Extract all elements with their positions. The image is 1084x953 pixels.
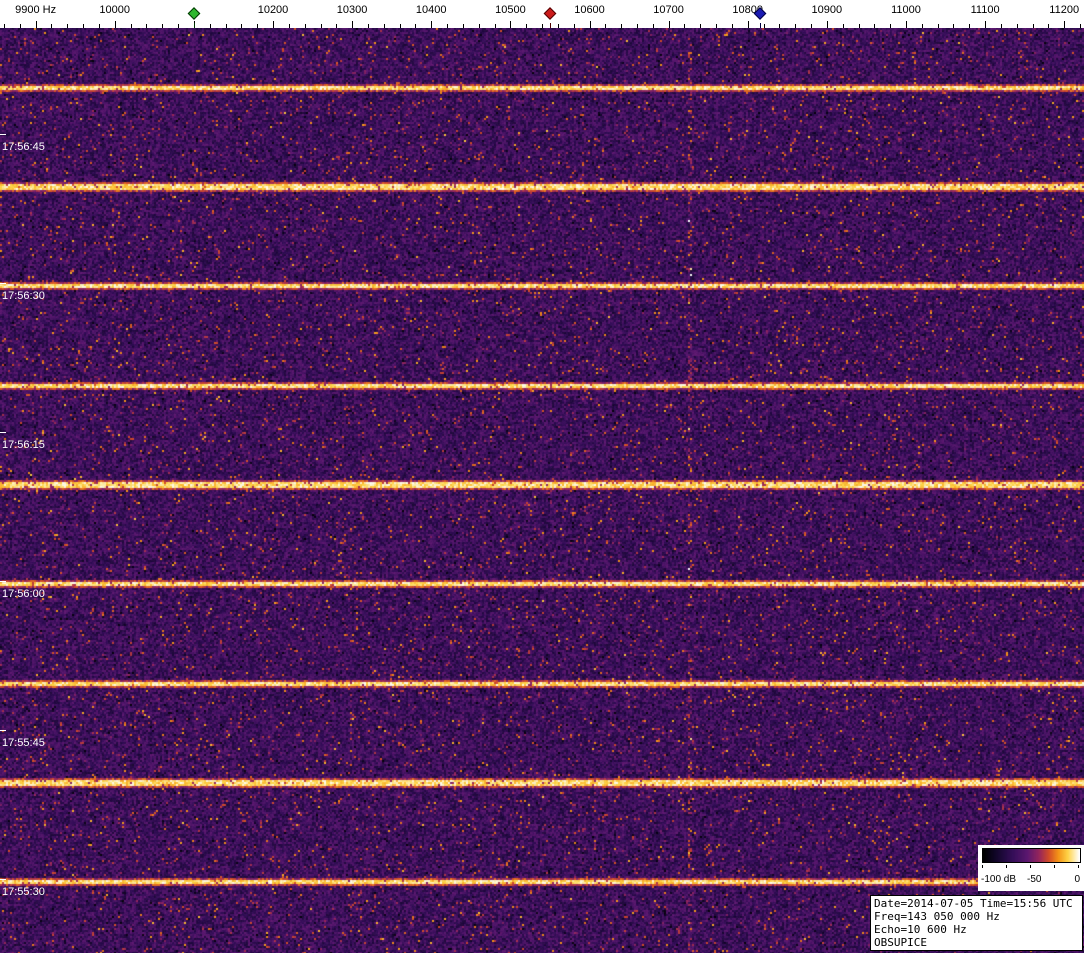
major-tick: [826, 21, 828, 28]
major-tick: [114, 21, 116, 28]
legend-max-label: 0: [1074, 874, 1080, 885]
spectrogram-canvas[interactable]: [0, 28, 1084, 953]
time-tick: [0, 879, 6, 880]
time-tick: [0, 134, 6, 135]
colorbar-labels: -100 dB -50 0: [978, 871, 1084, 889]
time-tick: [0, 432, 6, 433]
freq-tick-label: 10500: [495, 4, 526, 16]
legend-tick: [1006, 865, 1007, 868]
info-line-echo: Echo=10 600 Hz: [874, 923, 967, 936]
info-line-freq: Freq=143 050 000 Hz: [874, 910, 1000, 923]
freq-tick-label: 11000: [891, 4, 921, 16]
time-tick-label: 17:56:30: [2, 290, 45, 302]
freq-tick-label: 10900: [811, 4, 843, 16]
major-tick: [510, 21, 512, 28]
status-info-box: Date=2014-07-05 Time=15:56 UTC Freq=143 …: [870, 895, 1083, 951]
legend-min-label: -100 dB: [981, 874, 1017, 885]
legend-tick: [982, 865, 983, 868]
time-tick-label: 17:56:15: [2, 439, 45, 451]
major-tick: [668, 21, 670, 28]
freq-tick-label: 10000: [99, 4, 130, 16]
freq-tick-label: 11100: [970, 4, 1000, 16]
major-tick: [589, 21, 591, 28]
waterfall-display-window: 9900 Hz 10000 10200 10300 10400 10500 10600 107…: [0, 0, 1084, 953]
freq-tick-label: 9900 Hz: [15, 4, 57, 16]
freq-tick-label: 10600: [574, 4, 605, 16]
major-tick: [1064, 21, 1066, 28]
legend-mid-label: -50: [1027, 874, 1042, 885]
freq-tick-label: 10300: [336, 4, 368, 16]
freq-tick-label: 11200: [1049, 4, 1080, 16]
legend-tick: [1054, 865, 1055, 868]
frequency-axis: 9900 Hz 10000 10200 10300 10400 10500 10600 107…: [0, 0, 1084, 28]
info-line-date: Date=2014-07-05 Time=15:56 UTC: [874, 897, 1073, 910]
time-tick: [0, 283, 6, 284]
red-marker[interactable]: [543, 7, 557, 20]
major-tick: [35, 21, 37, 28]
freq-tick-label: 10400: [415, 4, 447, 16]
major-tick: [906, 21, 907, 28]
major-tick: [273, 21, 274, 28]
green-marker[interactable]: [187, 7, 201, 20]
time-tick-label: 17:55:30: [2, 886, 45, 898]
freq-tick-label: 10200: [257, 4, 289, 16]
time-tick: [0, 730, 6, 731]
info-line-station: OBSUPICE: [874, 936, 927, 949]
legend-tick: [1030, 865, 1031, 868]
time-tick-label: 17:56:45: [2, 141, 45, 153]
major-tick: [352, 21, 354, 28]
major-tick: [431, 21, 433, 28]
major-tick: [747, 21, 749, 28]
time-tick-label: 17:55:45: [2, 737, 45, 749]
colorbar-legend: -100 dB -50 0: [978, 845, 1084, 891]
freq-tick-label: 10700: [653, 4, 684, 16]
time-tick-label: 17:56:00: [2, 588, 45, 600]
colorbar-gradient: [982, 848, 1081, 863]
legend-tick: [1078, 865, 1079, 868]
major-tick: [985, 21, 987, 28]
time-tick: [0, 581, 6, 582]
waterfall-area: 17:56:45 17:56:30 17:56:15 17:56:00 17:55:45…: [0, 28, 1084, 953]
